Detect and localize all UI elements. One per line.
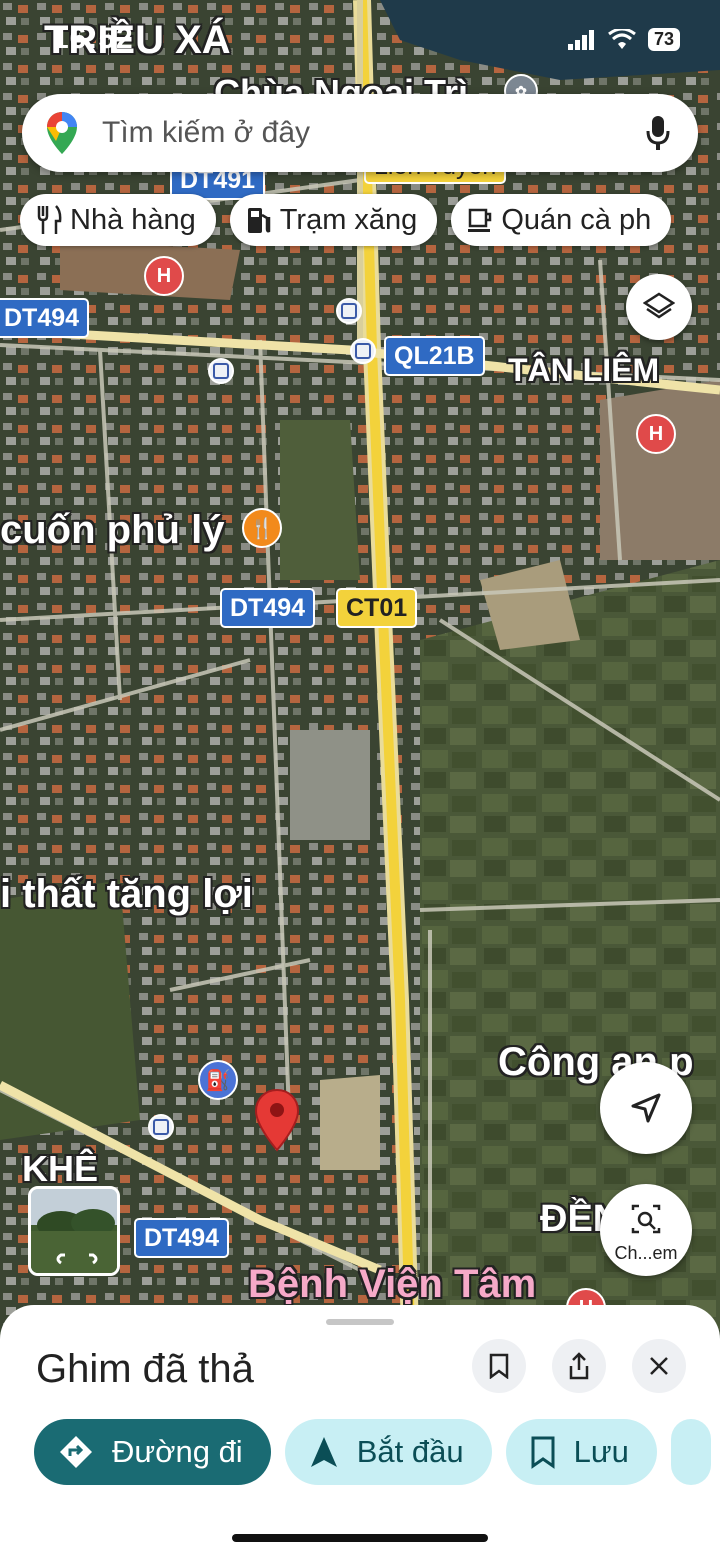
start-button[interactable]: Bắt đầu [284,1419,492,1485]
search-bar[interactable]: Tìm kiếm ở đây [22,94,698,172]
close-icon [650,1357,668,1375]
camera-search-icon [631,1204,661,1234]
poi-label-banh-cuon[interactable]: cuốn phủ lý [0,508,224,553]
status-icons: 73 [567,28,680,51]
bus-stop-icon[interactable] [208,358,234,384]
save-label: Lưu [573,1434,629,1469]
explore-label: Ch...em [614,1243,678,1263]
hospital-icon[interactable]: H [144,256,184,296]
road-shield-dt494-mid: DT494 [220,588,316,628]
explore-button[interactable]: Ch...em [600,1184,692,1276]
status-time: 16:52 [52,22,134,55]
road-shield-dt494-bottom: DT494 [134,1218,230,1258]
sheet-drag-handle[interactable] [326,1319,394,1325]
signal-icon [567,29,594,50]
close-button[interactable] [632,1339,686,1393]
google-maps-logo-icon [47,112,77,154]
street-view-photo [31,1189,117,1273]
dropped-pin-icon[interactable] [254,1088,300,1154]
map-layers-button[interactable] [626,274,692,340]
share-button[interactable] [552,1339,606,1393]
bookmark-icon [489,1353,509,1379]
place-bottom-sheet[interactable]: Ghim đã thả Đường đi Bắt đầu Lưu [0,1305,720,1557]
location-arrow-icon [631,1093,661,1123]
category-chips: Nhà hàng Trạm xăng Quán cà ph [20,194,672,246]
area-label-khe: KHÊ [22,1148,99,1189]
chip-coffee[interactable]: Quán cà ph [451,194,672,246]
search-input[interactable]: Tìm kiếm ở đây [102,116,646,150]
gas-station-marker-icon[interactable]: ⛽ [198,1060,238,1100]
chip-label: Quán cà ph [501,203,652,236]
poi-label-benh-vien[interactable]: Bệnh Viện Tâm [248,1262,536,1307]
battery-indicator: 73 [647,28,680,51]
fork-knife-icon [37,205,62,234]
directions-button[interactable]: Đường đi [34,1419,271,1485]
microphone-icon[interactable] [646,115,670,151]
bus-stop-icon[interactable] [350,338,376,364]
layers-icon [643,292,675,319]
sheet-title: Ghim đã thả [36,1347,254,1391]
navigation-arrow-icon [310,1437,337,1467]
save-button[interactable] [472,1339,526,1393]
chip-restaurants[interactable]: Nhà hàng [20,194,216,246]
area-label-tan-liem: TÂN LIÊM [508,352,660,388]
share-icon [569,1352,589,1380]
hospital-icon[interactable]: H [636,414,676,454]
bus-stop-icon[interactable] [148,1114,174,1140]
more-actions-button[interactable] [670,1419,711,1485]
directions-icon [60,1436,92,1468]
road-shield-dt494-left: DT494 [0,298,90,338]
directions-label: Đường đi [112,1434,243,1469]
chip-label: Trạm xăng [279,203,418,236]
street-view-thumbnail[interactable] [28,1186,120,1276]
bus-stop-icon[interactable] [336,298,362,324]
chip-gas-stations[interactable]: Trạm xăng [229,194,438,246]
coffee-cup-icon [468,208,492,232]
road-shield-ql21b: QL21B [384,336,485,376]
road-shield-ct01: CT01 [336,588,418,628]
start-label: Bắt đầu [356,1434,464,1469]
restaurant-icon[interactable]: 🍴 [242,508,282,548]
wifi-icon [608,28,636,49]
home-indicator [232,1534,488,1542]
bookmark-icon [531,1436,555,1469]
chip-label: Nhà hàng [70,203,196,236]
action-buttons: Đường đi Bắt đầu Lưu [34,1419,711,1485]
gas-station-icon [247,208,271,233]
poi-label-noi-that[interactable]: i thất tăng lợi [0,872,253,917]
my-location-button[interactable] [600,1062,692,1154]
save-place-button[interactable]: Lưu [505,1419,657,1485]
